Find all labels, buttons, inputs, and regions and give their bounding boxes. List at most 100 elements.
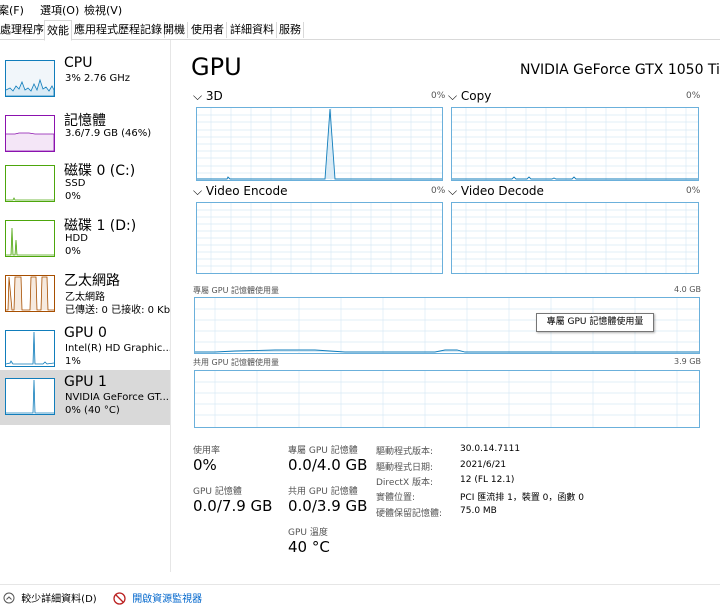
sidebar-item-name: 乙太網路: [64, 273, 120, 289]
menu-view[interactable]: 檢視(V): [84, 2, 122, 18]
directx-version-value: 12 (FL 12.1): [460, 475, 515, 485]
sidebar-item-usage: 0%: [65, 191, 81, 202]
engine-copy-percent: 0%: [686, 91, 701, 101]
engine-3d-percent: 0%: [431, 91, 446, 101]
footer-bar: 較少詳細資料(D) 開啟資源監視器: [0, 584, 720, 614]
driver-version-label: 驅動程式版本:: [376, 447, 434, 457]
engine-video-decode-label[interactable]: ⌵ Video Decode: [448, 184, 544, 199]
tooltip: 專屬 GPU 記憶體使用量: [536, 313, 654, 332]
fewer-details-button[interactable]: 較少詳細資料(D): [3, 590, 97, 605]
graph-video-decode: [451, 202, 699, 274]
fewer-details-label: 較少詳細資料(D): [21, 594, 97, 605]
physical-location-value: PCI 匯流排 1，裝置 0，函數 0: [460, 493, 584, 503]
graph-3d-plot: [197, 108, 442, 180]
disk-1-thumbnail: [5, 220, 55, 257]
cpu-thumbnail: [5, 60, 55, 97]
driver-date-value: 2021/6/21: [460, 460, 507, 470]
sidebar-item-detail: 3.6/7.9 GB (46%): [65, 128, 152, 139]
directx-version-label: DirectX 版本:: [376, 478, 434, 488]
sidebar-item-name: 記憶體: [64, 113, 106, 129]
graph-shared-memory: [194, 370, 700, 428]
dedicated-memory-label: 專屬 GPU 記憶體使用量: [193, 286, 279, 295]
engine-video-encode-percent: 0%: [431, 186, 446, 196]
graph-video-encode: [196, 202, 443, 274]
sidebar-item-detail: SSD: [65, 178, 86, 189]
sidebar-item-memory[interactable]: 記憶體 3.6/7.9 GB (46%): [0, 110, 170, 165]
sidebar-item-disk-0[interactable]: 磁碟 0 (C:) SSD 0%: [0, 160, 170, 215]
graph-video-encode-plot: [197, 203, 442, 273]
driver-date-label: 驅動程式日期:: [376, 463, 434, 473]
shared-memory-max: 3.9 GB: [674, 357, 701, 366]
performance-sidebar: CPU 3% 2.76 GHz 記憶體 3.6/7.9 GB (46%) 磁碟 …: [0, 40, 171, 572]
gpu-model-name: NVIDIA GeForce GTX 1050 Ti: [520, 62, 720, 78]
tab-services[interactable]: 服務: [277, 22, 304, 38]
dedicated-memory-stat-label: 專屬 GPU 記憶體: [288, 446, 358, 456]
physical-location-label: 實體位置:: [376, 493, 416, 503]
graph-copy: [451, 107, 699, 181]
gpu-temperature-label: GPU 溫度: [288, 528, 328, 538]
tab-details[interactable]: 詳細資料: [228, 22, 277, 38]
engine-copy-name: Copy: [460, 89, 492, 103]
sidebar-item-usage: 0%: [65, 246, 81, 257]
engine-video-decode-percent: 0%: [686, 186, 701, 196]
menu-options[interactable]: 選項(O): [40, 2, 79, 18]
engine-3d-label[interactable]: ⌵ 3D: [193, 89, 223, 104]
disk-0-thumbnail: [5, 165, 55, 202]
gpu-memory-label: GPU 記憶體: [193, 487, 242, 497]
ethernet-thumbnail: [5, 275, 55, 312]
menu-bar: 案(F) 選項(O) 檢視(V): [0, 0, 720, 18]
utilization-value: 0%: [193, 456, 217, 474]
resource-monitor-icon: [113, 592, 126, 605]
dedicated-memory-stat-value: 0.0/4.0 GB: [288, 456, 368, 474]
hardware-reserved-memory-value: 75.0 MB: [460, 506, 497, 516]
shared-memory-stat-label: 共用 GPU 記憶體: [288, 487, 358, 497]
sidebar-item-ethernet[interactable]: 乙太網路 乙太網路 已傳送: 0 已接收: 0 Kbps: [0, 270, 170, 325]
sidebar-item-usage: 0% (40 °C): [65, 405, 120, 416]
shared-memory-label: 共用 GPU 記憶體使用量: [193, 358, 279, 367]
sidebar-item-gpu-1[interactable]: GPU 1 NVIDIA GeForce GT... 0% (40 °C): [0, 370, 170, 425]
page-title: GPU: [191, 53, 242, 81]
sidebar-item-name: 磁碟 1 (D:): [64, 218, 137, 234]
utilization-label: 使用率: [193, 446, 221, 456]
sidebar-item-detail: NVIDIA GeForce GT...: [65, 392, 169, 403]
sidebar-item-name: GPU 0: [64, 325, 107, 341]
sidebar-item-name: GPU 1: [64, 374, 107, 390]
sidebar-item-name: CPU: [64, 55, 93, 71]
driver-version-value: 30.0.14.7111: [460, 444, 521, 454]
sidebar-item-disk-1[interactable]: 磁碟 1 (D:) HDD 0%: [0, 215, 170, 270]
sidebar-item-detail: HDD: [65, 233, 88, 244]
graph-copy-plot: [452, 108, 698, 180]
open-resource-monitor-link[interactable]: 開啟資源監視器: [113, 590, 202, 605]
dedicated-memory-max: 4.0 GB: [674, 285, 701, 294]
engine-video-encode-label[interactable]: ⌵ Video Encode: [193, 184, 287, 199]
graph-video-decode-plot: [452, 203, 698, 273]
tab-processes[interactable]: 處理程序: [0, 22, 47, 38]
sidebar-item-cpu[interactable]: CPU 3% 2.76 GHz: [0, 55, 170, 110]
engine-video-decode-name: Video Decode: [460, 184, 544, 198]
gpu-temperature-value: 40 °C: [288, 538, 330, 556]
sidebar-item-usage: 1%: [65, 356, 81, 367]
tab-startup[interactable]: 開機: [161, 22, 188, 38]
tab-bar: 處理程序 效能 應用程式歷程記錄 開機 使用者 詳細資料 服務: [0, 20, 720, 41]
tab-performance[interactable]: 效能: [44, 20, 72, 41]
open-resource-monitor-label: 開啟資源監視器: [132, 594, 203, 605]
graph-3d: [196, 107, 443, 181]
hardware-reserved-memory-label: 硬體保留記憶體:: [376, 509, 443, 519]
gpu-0-thumbnail: [5, 330, 55, 367]
gpu-memory-value: 0.0/7.9 GB: [193, 497, 273, 515]
engine-3d-name: 3D: [205, 89, 223, 103]
engine-video-encode-name: Video Encode: [205, 184, 288, 198]
menu-file[interactable]: 案(F): [0, 2, 24, 18]
engine-copy-label[interactable]: ⌵ Copy: [448, 89, 491, 104]
sidebar-item-detail: Intel(R) HD Graphic...: [65, 343, 170, 354]
tab-users[interactable]: 使用者: [189, 22, 227, 38]
memory-thumbnail: [5, 115, 55, 152]
sidebar-item-detail: 3% 2.76 GHz: [65, 73, 131, 84]
sidebar-item-throughput: 已傳送: 0 已接收: 0 Kbps: [65, 305, 170, 316]
graph-shared-memory-plot: [195, 371, 699, 427]
sidebar-item-name: 磁碟 0 (C:): [64, 163, 136, 179]
shared-memory-stat-value: 0.0/3.9 GB: [288, 497, 368, 515]
chevron-up-circle-icon: [3, 592, 15, 604]
gpu-1-thumbnail: [5, 378, 55, 415]
tab-app-history[interactable]: 應用程式歷程記錄: [72, 22, 165, 38]
